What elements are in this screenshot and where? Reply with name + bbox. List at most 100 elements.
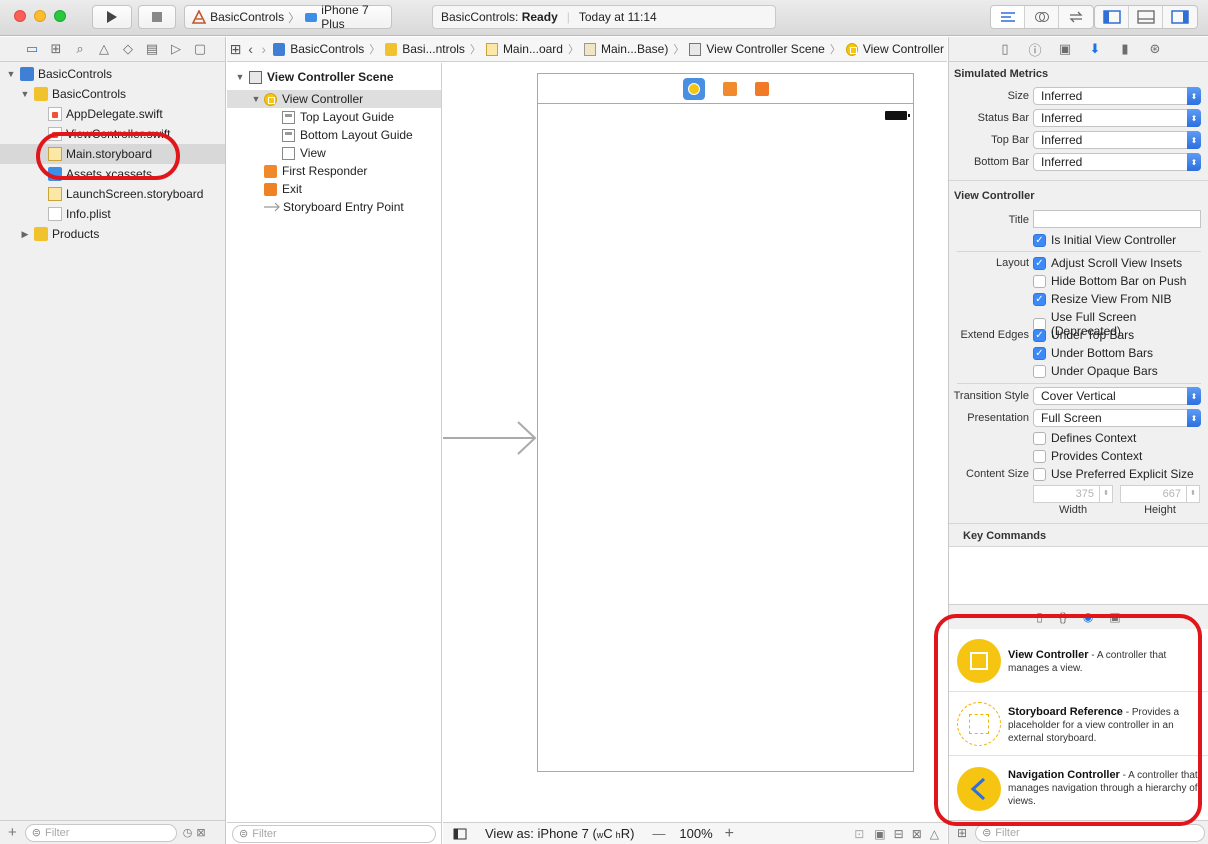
disclosure-open-icon[interactable]: ▼ (235, 72, 245, 82)
test-icon[interactable]: ◇ (116, 39, 140, 59)
width-stepper[interactable]: 375 ⬍ (1033, 485, 1113, 503)
outline-row[interactable]: Bottom Layout Guide (227, 126, 441, 144)
tree-item-file[interactable]: AppDelegate.swift (0, 104, 225, 124)
add-icon[interactable]: + (8, 824, 17, 841)
defines-context-checkbox-row[interactable]: Defines Context (1033, 431, 1136, 445)
library-item-storyboard-reference[interactable]: Storyboard Reference - Provides a placeh… (949, 693, 1208, 756)
media-library-icon[interactable]: ▣ (1109, 610, 1120, 624)
scheme-selector[interactable]: BasicControls 〉 iPhone 7 Plus (184, 3, 392, 31)
connections-inspector-icon[interactable]: ⊛ (1143, 39, 1167, 59)
minimize-window-button[interactable] (34, 10, 46, 22)
stop-button[interactable] (138, 5, 176, 29)
crumb-project[interactable]: BasicControls (270, 42, 367, 56)
tree-item-file[interactable]: ViewController.swift (0, 124, 225, 144)
forward-icon[interactable]: › (257, 41, 270, 57)
warning-icon[interactable]: △ (92, 39, 116, 59)
run-button[interactable] (92, 5, 132, 29)
resolve-issues-icon[interactable]: △ (930, 827, 939, 841)
align-icon[interactable]: ⊟ (894, 827, 904, 841)
tree-item-file[interactable]: Info.plist (0, 204, 225, 224)
tree-item-group[interactable]: ▼ BasicControls (0, 84, 225, 104)
version-editor-button[interactable] (1059, 6, 1093, 28)
crumb-base[interactable]: Main...Base) (581, 42, 671, 56)
is-initial-checkbox-row[interactable]: ✓ Is Initial View Controller (1033, 233, 1176, 247)
attributes-inspector-icon[interactable]: ⬇ (1083, 39, 1107, 59)
checkbox-checked-icon[interactable]: ✓ (1033, 346, 1046, 360)
under-opaque-bars-checkbox-row[interactable]: Under Opaque Bars (1033, 364, 1158, 378)
file-inspector-icon[interactable]: ▯ (993, 39, 1017, 59)
crumb-storyboard[interactable]: Main...oard (483, 42, 566, 56)
dock-exit-icon[interactable] (754, 81, 769, 96)
disclosure-open-icon[interactable]: ▼ (6, 69, 16, 79)
file-template-library-icon[interactable]: ▯ (1036, 610, 1043, 624)
size-popup[interactable]: Inferred ⬍ (1033, 87, 1201, 105)
outline-row[interactable]: Storyboard Entry Point (227, 198, 441, 216)
object-library-icon[interactable]: ◉ (1083, 610, 1093, 624)
source-control-filter-icon[interactable]: ⊠ (196, 826, 205, 839)
report-icon[interactable]: ▢ (188, 39, 212, 59)
outline-filter-input[interactable]: ⊜ Filter (232, 824, 436, 843)
adjust-scroll-insets-checkbox-row[interactable]: ✓ Adjust Scroll View Insets (1033, 256, 1182, 270)
close-window-button[interactable] (14, 10, 26, 22)
transition-style-popup[interactable]: Cover Vertical ⬍ (1033, 387, 1201, 405)
hide-bottom-bar-checkbox-row[interactable]: Hide Bottom Bar on Push (1033, 274, 1186, 288)
outline-row-selected[interactable]: ▼ View Controller (227, 90, 441, 108)
code-snippet-library-icon[interactable]: {} (1059, 610, 1067, 624)
dock-view-controller-icon[interactable] (682, 77, 705, 100)
disclosure-open-icon[interactable]: ▼ (251, 94, 261, 104)
checkbox-checked-icon[interactable]: ✓ (1033, 292, 1046, 306)
storyboard-canvas[interactable] (443, 63, 947, 822)
height-stepper[interactable]: 667 ⬍ (1120, 485, 1200, 503)
tree-item-file[interactable]: Assets.xcassets (0, 164, 225, 184)
folder-icon[interactable]: ▭ (20, 39, 44, 59)
library-item-view-controller[interactable]: View Controller - A controller that mana… (949, 629, 1208, 692)
outline-scene-row[interactable]: ▼ View Controller Scene (227, 68, 441, 86)
checkbox-unchecked-icon[interactable] (1033, 431, 1046, 445)
outline-row[interactable]: View (227, 144, 441, 162)
under-bottom-bars-checkbox-row[interactable]: ✓ Under Bottom Bars (1033, 346, 1153, 360)
presentation-popup[interactable]: Full Screen ⬍ (1033, 409, 1201, 427)
outline-row[interactable]: Top Layout Guide (227, 108, 441, 126)
entry-point-arrow[interactable] (443, 418, 539, 458)
zoom-window-button[interactable] (54, 10, 66, 22)
stepper-arrows-icon[interactable]: ⬍ (1099, 486, 1112, 502)
search-icon[interactable]: ⌕ (68, 39, 92, 59)
debug-icon[interactable]: ▤ (140, 39, 164, 59)
dock-first-responder-icon[interactable] (722, 81, 737, 96)
checkbox-unchecked-icon[interactable] (1033, 364, 1046, 378)
checkbox-unchecked-icon[interactable] (1033, 449, 1046, 463)
checkbox-checked-icon[interactable]: ✓ (1033, 256, 1046, 270)
checkbox-checked-icon[interactable]: ✓ (1033, 233, 1046, 247)
outline-row[interactable]: First Responder (227, 162, 441, 180)
stack-icon[interactable]: ▣ (874, 827, 885, 841)
related-items-icon[interactable]: ⊞ (227, 41, 244, 58)
zoom-out-button[interactable]: — (652, 826, 665, 841)
toggle-utilities-button[interactable] (1163, 6, 1197, 28)
stepper-arrows-icon[interactable]: ⬍ (1186, 486, 1199, 502)
resize-view-checkbox-row[interactable]: ✓ Resize View From NIB (1033, 292, 1171, 306)
tree-item-file[interactable]: LaunchScreen.storyboard (0, 184, 225, 204)
key-commands-list[interactable] (949, 547, 1208, 604)
crumb-group[interactable]: Basi...ntrols (382, 42, 468, 56)
grid-view-icon[interactable]: ⊞ (957, 826, 967, 840)
under-top-bars-checkbox-row[interactable]: ✓ Under Top Bars (1033, 328, 1134, 342)
view-controller-scene[interactable] (537, 73, 914, 772)
checkbox-unchecked-icon[interactable] (1033, 274, 1046, 288)
crumb-scene[interactable]: View Controller Scene (686, 42, 828, 56)
disclosure-open-icon[interactable]: ▼ (20, 89, 30, 99)
status-bar-popup[interactable]: Inferred ⬍ (1033, 109, 1201, 127)
assistant-editor-button[interactable] (1025, 6, 1059, 28)
provides-context-checkbox-row[interactable]: Provides Context (1033, 449, 1142, 463)
toggle-navigator-button[interactable] (1095, 6, 1129, 28)
toggle-debug-area-button[interactable] (1129, 6, 1163, 28)
toggle-outline-icon[interactable] (453, 828, 467, 840)
library-filter-input[interactable]: ⊜ Filter (975, 823, 1206, 842)
disclosure-closed-icon[interactable]: ▶ (20, 229, 30, 240)
size-inspector-icon[interactable]: ▮ (1113, 39, 1137, 59)
bottom-bar-popup[interactable]: Inferred ⬍ (1033, 153, 1201, 171)
hierarchy-icon[interactable]: ⊞ (44, 39, 68, 59)
update-frames-icon[interactable]: ⊡ (854, 827, 864, 841)
outline-row[interactable]: Exit (227, 180, 441, 198)
back-icon[interactable]: ‹ (244, 41, 257, 57)
tree-item-file-selected[interactable]: Main.storyboard (0, 144, 225, 164)
